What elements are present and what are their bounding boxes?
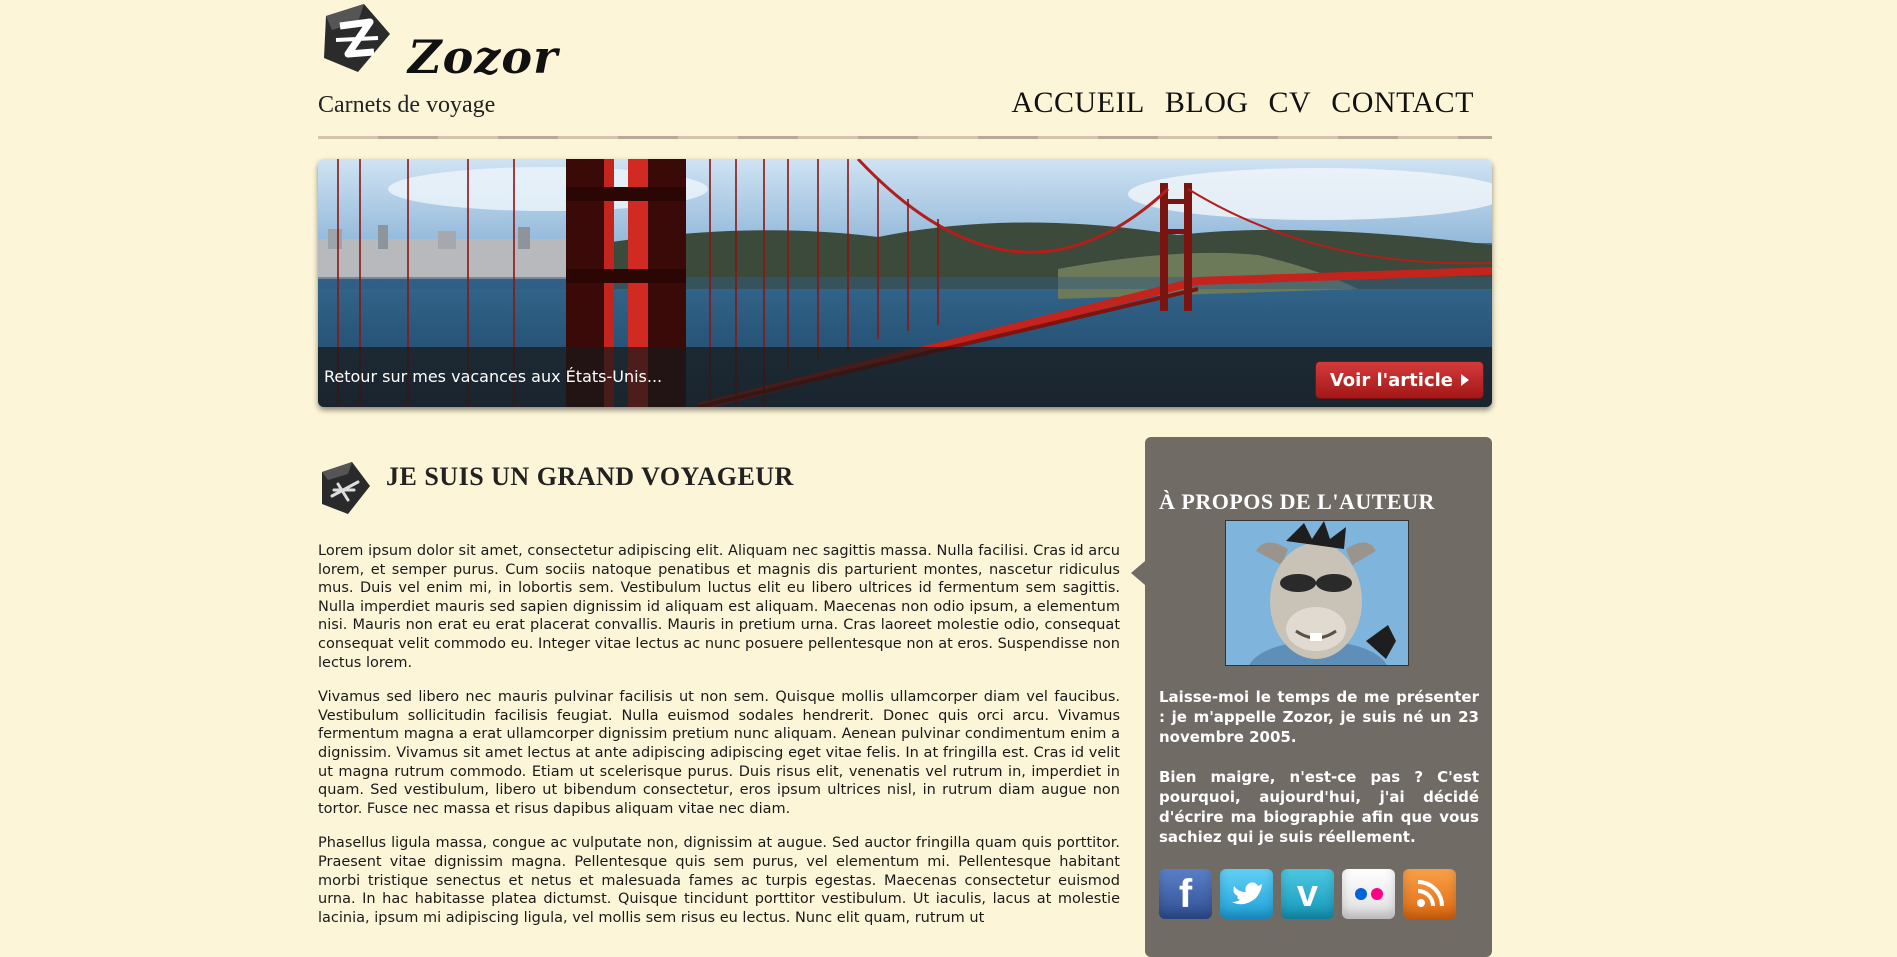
vimeo-icon[interactable]: v bbox=[1281, 869, 1334, 919]
sidebar-title: À PROPOS DE L'AUTEUR bbox=[1159, 489, 1435, 515]
article-body: Lorem ipsum dolor sit amet, consectetur … bbox=[318, 542, 1120, 927]
article-paragraph: Lorem ipsum dolor sit amet, consectetur … bbox=[318, 543, 1120, 671]
page-wrapper: Zozor Carnets de voyage ACCUEIL BLOG CV … bbox=[318, 0, 1492, 957]
sidebar-pointer bbox=[1131, 561, 1145, 585]
zozor-logo-icon[interactable] bbox=[318, 2, 396, 80]
rss-waves-glyph bbox=[1416, 880, 1444, 907]
rss-icon[interactable] bbox=[1403, 869, 1456, 919]
article-paragraph: Phasellus ligula massa, congue ac vulput… bbox=[318, 835, 1120, 926]
flickr-icon[interactable] bbox=[1342, 869, 1395, 919]
nav-item-accueil[interactable]: ACCUEIL bbox=[1011, 86, 1145, 120]
play-arrow-icon bbox=[1461, 374, 1469, 386]
nav-item-blog[interactable]: BLOG bbox=[1165, 86, 1249, 120]
author-bio-paragraph: Laisse-moi le temps de me présenter : je… bbox=[1159, 688, 1479, 746]
article-paragraph: Vivamus sed libero nec mauris pulvinar f… bbox=[318, 689, 1120, 817]
facebook-glyph: f bbox=[1178, 871, 1193, 916]
main-article: JE SUIS UN GRAND VOYAGEUR Lorem ipsum do… bbox=[318, 460, 1120, 943]
social-links: f v bbox=[1159, 869, 1456, 919]
site-tagline: Carnets de voyage bbox=[318, 92, 496, 118]
main-nav: ACCUEIL BLOG CV CONTACT bbox=[1011, 86, 1474, 120]
vimeo-glyph: v bbox=[1296, 872, 1319, 915]
header-divider bbox=[318, 136, 1492, 139]
facebook-icon[interactable]: f bbox=[1159, 869, 1212, 919]
article-header: JE SUIS UN GRAND VOYAGEUR bbox=[318, 460, 1120, 516]
site-title[interactable]: Zozor bbox=[408, 30, 558, 84]
plane-badge-icon bbox=[322, 462, 370, 514]
twitter-bird-glyph bbox=[1231, 882, 1262, 905]
twitter-icon[interactable] bbox=[1220, 869, 1273, 919]
author-avatar bbox=[1225, 520, 1409, 666]
flickr-dots-glyph bbox=[1354, 888, 1383, 900]
read-article-button[interactable]: Voir l'article bbox=[1314, 361, 1484, 399]
site-header: Zozor Carnets de voyage ACCUEIL BLOG CV … bbox=[318, 0, 1492, 140]
nav-item-cv[interactable]: CV bbox=[1269, 86, 1312, 120]
author-bio-paragraph: Bien maigre, n'est-ce pas ? C'est pourqu… bbox=[1159, 768, 1479, 846]
nav-item-contact[interactable]: CONTACT bbox=[1331, 86, 1474, 120]
zozor-donkey-image bbox=[1226, 521, 1408, 665]
author-bio: Laisse-moi le temps de me présenter : je… bbox=[1159, 687, 1479, 867]
about-author-sidebar: À PROPOS DE L'AUTEUR Laisse-moi le temps… bbox=[1131, 437, 1492, 957]
article-title: JE SUIS UN GRAND VOYAGEUR bbox=[386, 462, 794, 492]
banner-caption: Retour sur mes vacances aux États-Unis..… bbox=[324, 367, 663, 386]
hero-banner: Retour sur mes vacances aux États-Unis..… bbox=[318, 159, 1492, 407]
read-article-label: Voir l'article bbox=[1329, 369, 1453, 391]
